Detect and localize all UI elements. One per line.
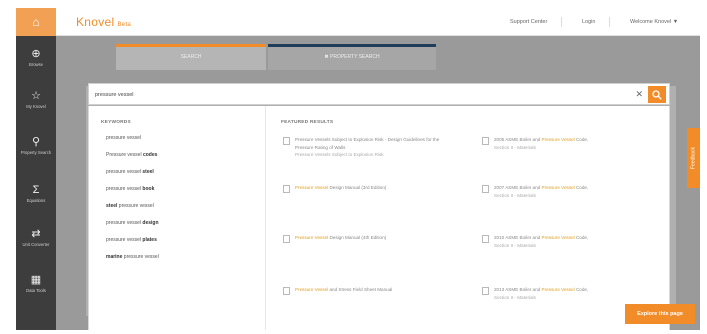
beta-badge: Beta (117, 22, 132, 28)
document-icon (283, 235, 290, 243)
keyword-suggestion[interactable]: pressure vessel (106, 135, 141, 141)
tab-label: SEARCH (180, 54, 202, 60)
featured-result[interactable]: Pressure Vessels Subject to Explosion Ri… (283, 136, 445, 159)
featured-result-title: Pressure Vessel Design Manual (4th Editi… (295, 235, 387, 240)
sidebar-item-equations[interactable]: Σ Equations (16, 184, 56, 220)
brand-name: Knovel (76, 15, 115, 29)
keywords-column: KEYWORDS pressure vessel Pressure vessel … (89, 106, 266, 330)
user-menu[interactable]: Welcome Knovel ▼ (630, 19, 678, 25)
keyword-suggestion[interactable]: pressure vessel plates (106, 237, 157, 243)
search-tabs: SEARCH ✖ PROPERTY SEARCH (116, 44, 436, 70)
document-icon (283, 185, 290, 193)
browse-icon: ⊕ (31, 48, 41, 60)
featured-result-title: 2007 ASME Boiler and Pressure Vessel Cod… (494, 185, 589, 198)
search-suggestions: KEYWORDS pressure vessel Pressure vessel … (88, 106, 670, 330)
document-icon (283, 137, 290, 145)
document-icon (482, 137, 489, 145)
keyword-suggestion[interactable]: marine pressure vessel (106, 254, 159, 260)
tools-icon: ▦ (30, 274, 42, 286)
sidebar-item-property-search[interactable]: ⚲ Property Search (16, 136, 56, 172)
keyword-suggestion[interactable]: pressure vessel book (106, 186, 154, 192)
featured-results-heading: FEATURED RESULTS (281, 120, 334, 125)
featured-result[interactable]: 2013 ASME Boiler and Pressure Vessel Cod… (482, 286, 644, 301)
star-icon: ☆ (31, 90, 41, 102)
tab-accent (116, 44, 266, 47)
featured-result-title: Pressure Vessel and Stress Field Sheet M… (295, 287, 393, 292)
keywords-heading: KEYWORDS (101, 120, 131, 125)
featured-result[interactable]: 2007 ASME Boiler and Pressure Vessel Cod… (482, 184, 644, 199)
support-center-link[interactable]: Support Center (510, 19, 547, 25)
sigma-icon: Σ (32, 184, 40, 196)
document-icon (283, 287, 290, 295)
sidebar-item-data-tools[interactable]: ▦ Data Tools (16, 274, 56, 310)
document-icon (482, 287, 489, 295)
featured-result[interactable]: Pressure Vessel and Stress Field Sheet M… (283, 286, 445, 295)
converter-icon: ⇄ (31, 228, 41, 240)
sidebar: ⊕ Browse ☆ My Knovel ⚲ Property Search Σ… (16, 36, 56, 330)
sidebar-item-label: Browse (29, 62, 43, 67)
explore-page-button[interactable]: Explore this page (625, 304, 695, 324)
tab-accent (268, 44, 436, 47)
divider (609, 17, 610, 27)
sidebar-item-label: Data Tools (26, 288, 46, 293)
home-button[interactable]: ⌂ (16, 8, 56, 36)
tab-search[interactable]: SEARCH (116, 44, 266, 70)
search-bar: ✕ (88, 83, 670, 105)
login-link[interactable]: Login (582, 19, 595, 25)
sidebar-item-label: Unit Converter (22, 242, 50, 247)
search-icon (652, 89, 662, 100)
clear-icon[interactable]: ✕ (635, 88, 643, 100)
document-icon (482, 185, 489, 193)
feedback-tab[interactable]: Feedback (687, 128, 700, 188)
search-input[interactable] (95, 88, 615, 102)
keyword-suggestion[interactable]: pressure vessel design (106, 220, 159, 226)
featured-result-title: Pressure Vessel Design Manual (3rd Editi… (295, 185, 387, 190)
top-bar: ⌂ Knovel Beta Support Center Login Welcom… (16, 8, 700, 36)
tab-property-search[interactable]: ✖ PROPERTY SEARCH (268, 44, 436, 70)
keyword-suggestion[interactable]: Pressure vessel codes (106, 152, 157, 158)
divider (561, 17, 562, 27)
keyword-suggestion[interactable]: pressure vessel steel (106, 169, 154, 175)
keyword-suggestion[interactable]: steel pressure vessel (106, 203, 154, 209)
featured-result-title: 2005 ASME Boiler and Pressure Vessel Cod… (494, 137, 589, 150)
featured-result-title: Pressure Vessels Subject to Explosion Ri… (295, 137, 440, 157)
property-search-icon: ⚲ (31, 136, 41, 148)
home-icon: ⌂ (32, 15, 40, 29)
sidebar-item-browse[interactable]: ⊕ Browse (16, 48, 56, 84)
featured-result-title: 2010 ASME Boiler and Pressure Vessel Cod… (494, 235, 589, 248)
featured-result[interactable]: Pressure Vessel Design Manual (3rd Editi… (283, 184, 445, 193)
featured-result-title: 2013 ASME Boiler and Pressure Vessel Cod… (494, 287, 589, 300)
sidebar-item-label: Property Search (20, 150, 52, 155)
tab-label: ✖ PROPERTY SEARCH (324, 54, 380, 60)
sidebar-item-unit-converter[interactable]: ⇄ Unit Converter (16, 228, 56, 264)
search-button[interactable] (648, 86, 666, 103)
sidebar-item-my-knovel[interactable]: ☆ My Knovel (16, 90, 56, 126)
featured-result[interactable]: 2005 ASME Boiler and Pressure Vessel Cod… (482, 136, 644, 151)
featured-result[interactable]: Pressure Vessel Design Manual (4th Editi… (283, 234, 445, 243)
sidebar-item-label: My Knovel (26, 104, 46, 109)
brand-logo[interactable]: Knovel Beta (76, 15, 131, 29)
app-window: ⌂ Knovel Beta Support Center Login Welcom… (16, 8, 700, 330)
sidebar-item-label: Equations (26, 198, 46, 203)
document-icon (482, 235, 489, 243)
featured-result[interactable]: 2010 ASME Boiler and Pressure Vessel Cod… (482, 234, 644, 249)
